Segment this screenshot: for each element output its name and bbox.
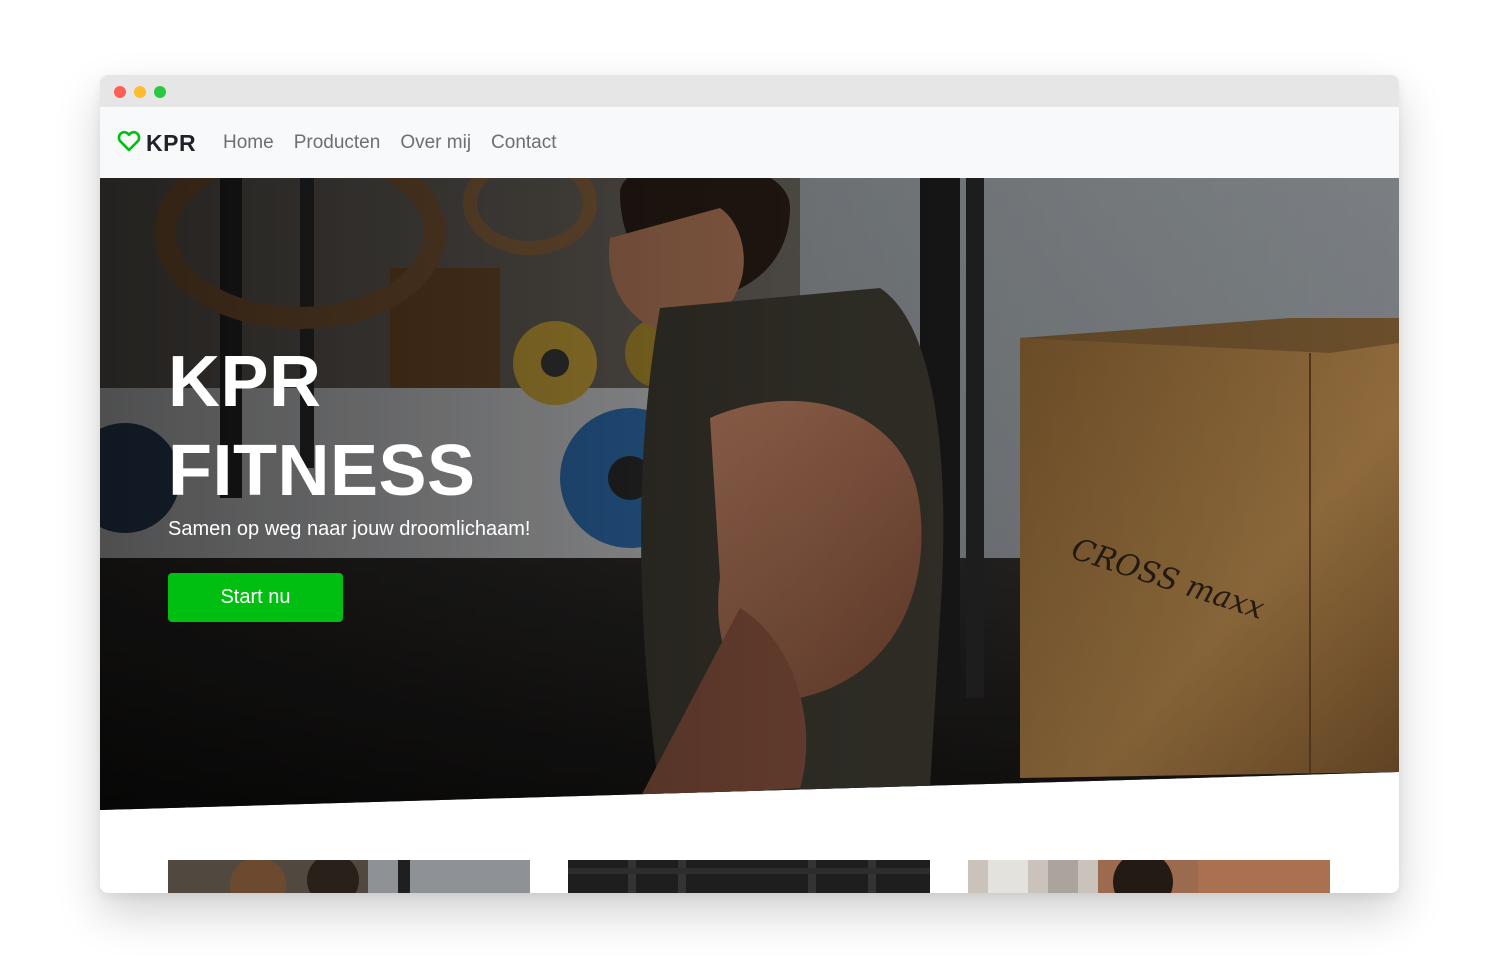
window-titlebar (100, 75, 1399, 107)
nav-link-producten[interactable]: Producten (294, 132, 381, 154)
minimize-window-button[interactable] (134, 86, 146, 98)
heart-icon (117, 129, 141, 158)
maximize-window-button[interactable] (154, 86, 166, 98)
start-now-button[interactable]: Start nu (168, 573, 343, 622)
browser-window: KPR Home Producten Over mij Contact KPR … (100, 75, 1399, 893)
navbar: KPR Home Producten Over mij Contact (100, 107, 1399, 179)
hero-section: CROSS maxx KPR FITNESS Samen op weg naar… (100, 178, 1399, 810)
hero-subtitle: Samen op weg naar jouw droomlichaam! (168, 518, 531, 540)
card-image-3[interactable] (968, 860, 1330, 893)
nav-link-over-mij[interactable]: Over mij (400, 132, 471, 154)
hero-title: KPR FITNESS (168, 338, 476, 516)
hero-title-line2: FITNESS (168, 431, 476, 511)
nav-link-home[interactable]: Home (223, 132, 274, 154)
nav-link-contact[interactable]: Contact (491, 132, 556, 154)
card-image-2[interactable] (568, 860, 930, 893)
close-window-button[interactable] (114, 86, 126, 98)
brand-logo-link[interactable]: KPR (117, 129, 196, 158)
nav-links: Home Producten Over mij Contact (223, 132, 577, 154)
hero-title-line1: KPR (168, 342, 322, 422)
card-image-1[interactable] (168, 860, 530, 893)
brand-name: KPR (146, 130, 197, 156)
